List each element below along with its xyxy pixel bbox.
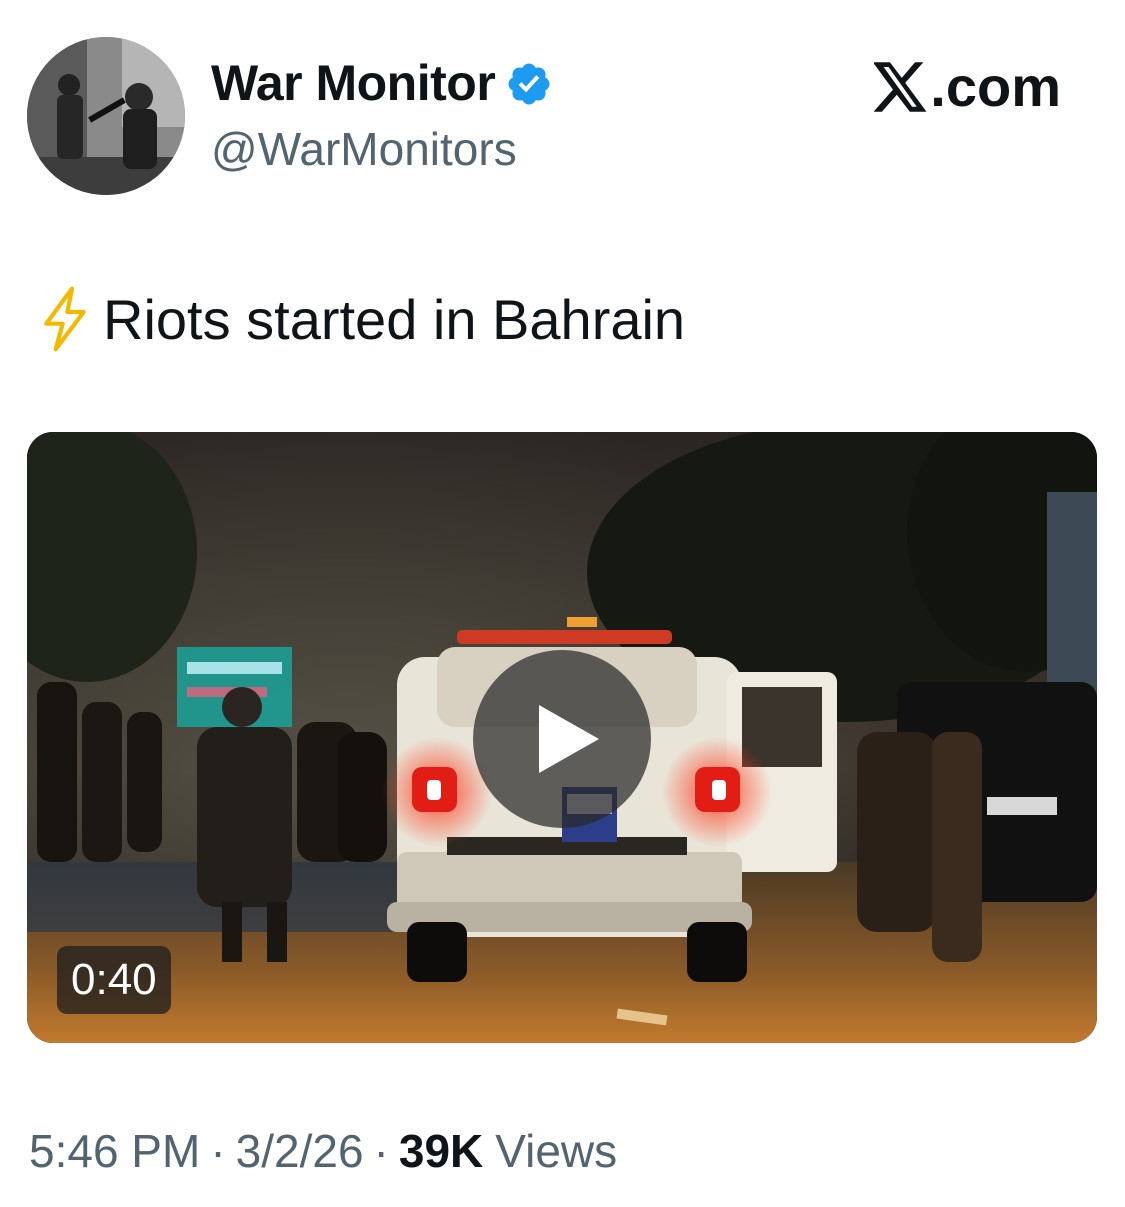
meta-separator: · bbox=[210, 1125, 226, 1177]
meta-separator: · bbox=[373, 1125, 389, 1177]
tweet-time[interactable]: 5:46 PM bbox=[29, 1124, 200, 1178]
x-logo-icon bbox=[874, 61, 927, 112]
author-handle[interactable]: @WarMonitors bbox=[211, 122, 517, 176]
brand-label: .com bbox=[930, 55, 1061, 118]
verified-badge-icon bbox=[508, 63, 550, 105]
tweet-text: Riots started in Bahrain bbox=[37, 286, 685, 352]
play-icon bbox=[539, 705, 599, 773]
brand-mark: .com bbox=[874, 54, 1061, 119]
tweet-date[interactable]: 3/2/26 bbox=[236, 1124, 364, 1178]
author-display-name[interactable]: War Monitor bbox=[211, 54, 496, 112]
author-name-row[interactable]: War Monitor bbox=[211, 54, 553, 112]
video-duration-badge: 0:40 bbox=[57, 946, 171, 1014]
views-label: Views bbox=[495, 1125, 618, 1177]
high-voltage-emoji-icon bbox=[44, 286, 86, 352]
tweet-body: Riots started in Bahrain bbox=[103, 287, 686, 351]
views-count: 39K bbox=[398, 1125, 484, 1177]
avatar-photo bbox=[27, 37, 185, 195]
tweet-meta: 5:46 PM · 3/2/26 · 39K Views bbox=[29, 1124, 617, 1178]
play-button[interactable] bbox=[473, 650, 651, 828]
avatar[interactable] bbox=[27, 37, 185, 195]
